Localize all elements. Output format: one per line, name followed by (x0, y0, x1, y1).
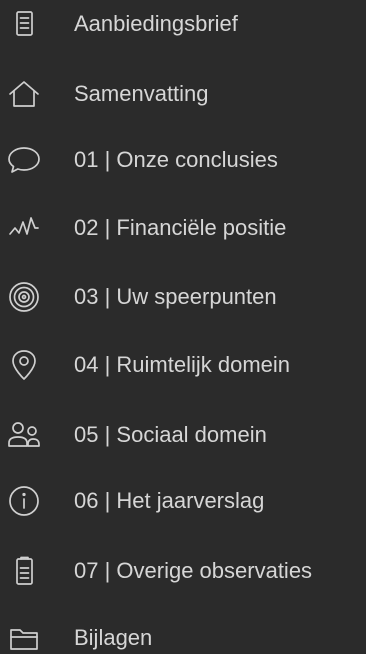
nav-item-label: 06 | Het jaarverslag (74, 488, 265, 513)
target-icon (7, 280, 41, 314)
nav-item-label: 01 | Onze conclusies (74, 147, 278, 172)
speech-bubble-icon (7, 143, 41, 177)
nav-item-sociaal-domein[interactable]: 05 | Sociaal domein (0, 407, 366, 463)
folder-icon (7, 621, 41, 654)
clipboard-icon (7, 554, 41, 588)
nav-item-samenvatting[interactable]: Samenvatting (0, 66, 366, 122)
users-icon (7, 418, 41, 452)
document-icon (7, 7, 41, 41)
nav-item-label: Samenvatting (74, 81, 209, 106)
nav-item-het-jaarverslag[interactable]: 06 | Het jaarverslag (0, 473, 366, 529)
activity-icon (7, 211, 41, 245)
nav-item-label: 03 | Uw speerpunten (74, 284, 277, 309)
nav-item-label: Bijlagen (74, 625, 153, 650)
nav-item-label: 07 | Overige observaties (74, 558, 313, 583)
nav-item-label: 05 | Sociaal domein (74, 422, 267, 447)
nav-item-label: Aanbiedingsbrief (74, 11, 238, 36)
nav-item-financiele-positie[interactable]: 02 | Financiële positie (0, 200, 366, 256)
sidebar-nav: Aanbiedingsbrief Samenvatting 01 | Onze … (0, 0, 366, 654)
nav-item-uw-speerpunten[interactable]: 03 | Uw speerpunten (0, 269, 366, 325)
nav-item-label: 04 | Ruimtelijk domein (74, 352, 291, 377)
map-pin-icon (7, 348, 41, 382)
nav-item-bijlagen[interactable]: Bijlagen (0, 610, 366, 654)
nav-item-ruimtelijk-domein[interactable]: 04 | Ruimtelijk domein (0, 337, 366, 393)
nav-item-aanbiedingsbrief[interactable]: Aanbiedingsbrief (0, 0, 366, 52)
nav-item-label: 02 | Financiële positie (74, 215, 287, 240)
home-icon (7, 77, 41, 111)
nav-item-onze-conclusies[interactable]: 01 | Onze conclusies (0, 132, 366, 188)
nav-item-overige-observaties[interactable]: 07 | Overige observaties (0, 543, 366, 599)
info-icon (7, 484, 41, 518)
